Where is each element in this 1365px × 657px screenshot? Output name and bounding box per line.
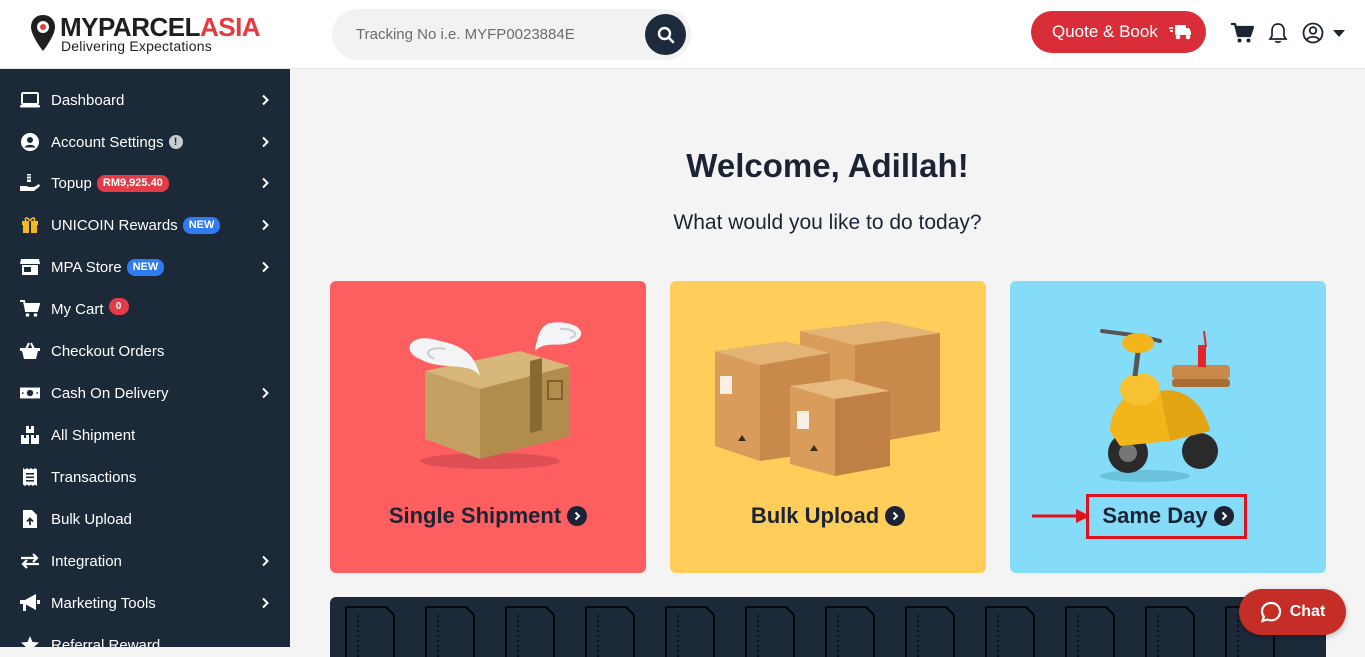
chevron-right-icon [262, 94, 269, 106]
sidebar-item-cash-on-delivery[interactable]: Cash On Delivery [0, 372, 290, 414]
sidebar-item-checkout-orders[interactable]: Checkout Orders [0, 330, 290, 372]
new-badge: NEW [126, 258, 165, 276]
new-badge: NEW [182, 216, 221, 234]
receipt-icon [20, 467, 40, 487]
chevron-circle-right-icon [885, 506, 906, 526]
sidebar-item-marketing-tools[interactable]: Marketing Tools [0, 582, 290, 624]
sidebar-item-label: Marketing Tools [51, 594, 156, 612]
delivery-truck-icon [1168, 25, 1191, 40]
sidebar-item-label: Cash On Delivery [51, 384, 169, 402]
sidebar-item-label: Transactions [51, 468, 137, 486]
file-upload-icon [20, 509, 40, 529]
arrows-exchange-icon [20, 551, 40, 571]
promo-banner [330, 597, 1326, 657]
single-shipment-label: Single Shipment [388, 503, 562, 528]
sidebar-item-referral-reward[interactable]: Referral Reward [0, 624, 290, 647]
sidebar-item-label: All Shipment [51, 426, 136, 444]
sidebar-item-label: Dashboard [51, 91, 125, 109]
sidebar-item-label: Bulk Upload [51, 510, 132, 528]
sidebar-item-integration[interactable]: Integration [0, 540, 290, 582]
hand-coin-icon [20, 173, 40, 193]
notification-bell-icon[interactable] [1268, 22, 1288, 44]
sidebar-item-dashboard[interactable]: Dashboard [0, 79, 290, 121]
chevron-down-icon[interactable] [1333, 30, 1345, 37]
cart-count-badge: 0 [108, 297, 129, 315]
scooter-illustration [1100, 329, 1230, 482]
user-circle-icon [20, 132, 40, 152]
winged-box-illustration [409, 322, 582, 469]
location-pin-icon [31, 15, 55, 51]
cash-icon [20, 383, 40, 403]
quote-and-book-button[interactable]: Quote & Book [1031, 11, 1206, 53]
sidebar-item-label: Account Settings [51, 133, 164, 151]
chat-bubble-icon [1260, 601, 1281, 623]
quote-and-book-label: Quote & Book [1052, 22, 1158, 41]
laptop-icon [20, 90, 40, 110]
shopping-cart-icon[interactable] [1230, 22, 1254, 44]
chevron-right-icon [262, 555, 269, 567]
sidebar-item-unicoin-rewards[interactable]: UNICOIN Rewards NEW [0, 204, 290, 246]
chevron-right-icon [262, 219, 269, 231]
search-icon [657, 26, 674, 43]
brand-logo[interactable]: MYPARCELASIA Delivering Expectations [30, 12, 280, 58]
basket-icon [20, 341, 40, 361]
user-profile-icon[interactable] [1302, 22, 1324, 44]
brand-tagline: Delivering Expectations [61, 38, 212, 54]
megaphone-icon [20, 593, 40, 613]
sidebar-item-label: Integration [51, 552, 122, 570]
chevron-right-icon [262, 177, 269, 189]
bulk-upload-card[interactable]: Bulk Upload [670, 281, 986, 573]
main-content: Welcome, Adillah! What would you like to… [290, 69, 1365, 657]
sidebar-item-label: Checkout Orders [51, 342, 165, 360]
balance-badge: RM9,925.40 [96, 174, 169, 192]
welcome-heading: Welcome, Adillah! [686, 147, 969, 184]
same-day-highlight-box [1086, 494, 1247, 539]
info-icon: ! [168, 135, 183, 149]
sidebar-item-transactions[interactable]: Transactions [0, 456, 290, 498]
chevron-right-icon [262, 136, 269, 148]
sidebar-item-all-shipment[interactable]: All Shipment [0, 414, 290, 456]
store-icon [20, 257, 40, 277]
single-shipment-card[interactable]: Single Shipment [330, 281, 646, 573]
chat-label: Chat [1289, 603, 1326, 620]
cart-icon [20, 299, 40, 319]
sidebar-item-label: Topup [51, 174, 92, 192]
tracking-search-input[interactable] [356, 23, 636, 45]
star-icon [20, 635, 40, 647]
sidebar-item-account-settings[interactable]: Account Settings ! [0, 121, 290, 163]
stacked-boxes-illustration [715, 321, 940, 476]
gift-icon [20, 215, 40, 235]
sidebar-item-label: My Cart [51, 300, 104, 318]
top-header: MYPARCELASIA Delivering Expectations Quo… [0, 0, 1365, 69]
chevron-right-icon [262, 387, 269, 399]
annotation-arrow-icon [1032, 509, 1090, 523]
tracking-search-bar [332, 9, 691, 60]
document-pattern [345, 606, 1275, 657]
chat-button[interactable]: Chat [1239, 589, 1346, 635]
search-button[interactable] [645, 14, 686, 55]
boxes-icon [20, 425, 40, 445]
welcome-subtitle: What would you like to do today? [673, 211, 982, 234]
sidebar-item-label: UNICOIN Rewards [51, 216, 178, 234]
bulk-upload-label: Bulk Upload [750, 503, 880, 528]
sidebar-item-label: MPA Store [51, 258, 122, 276]
chevron-right-icon [262, 597, 269, 609]
sidebar-nav: Dashboard Account Settings ! Topup RM9,9… [0, 69, 290, 647]
sidebar-item-bulk-upload[interactable]: Bulk Upload [0, 498, 290, 540]
chevron-circle-right-icon [567, 506, 588, 526]
sidebar-item-topup[interactable]: Topup RM9,925.40 [0, 162, 290, 204]
sidebar-item-my-cart[interactable]: My Cart 0 [0, 288, 290, 330]
sidebar-item-label: Referral Reward [51, 636, 161, 648]
chevron-right-icon [262, 261, 269, 273]
sidebar-item-mpa-store[interactable]: MPA Store NEW [0, 246, 290, 288]
